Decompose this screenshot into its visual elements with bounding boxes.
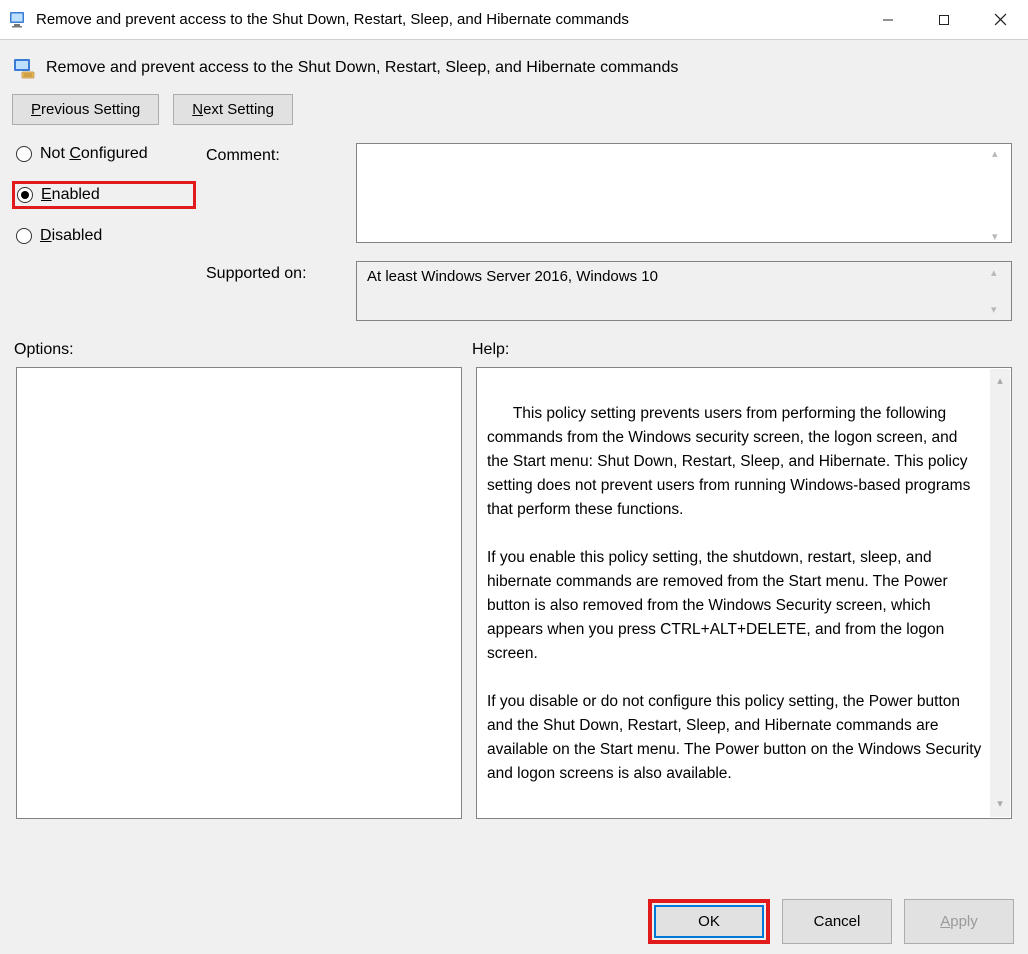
policy-title: Remove and prevent access to the Shut Do… [46, 59, 678, 77]
dialog-footer: OK Cancel Apply [648, 899, 1014, 944]
supported-on-value: At least Windows Server 2016, Windows 10… [356, 261, 1012, 321]
radio-enabled[interactable]: Enabled [17, 186, 187, 204]
supported-on-text: At least Windows Server 2016, Windows 10 [367, 268, 658, 285]
options-panel [16, 367, 462, 819]
radio-label: Disabled [40, 227, 102, 245]
caption-controls [860, 0, 1028, 39]
state-radio-group: Not Configured Enabled Disabled [16, 143, 196, 245]
ok-button[interactable]: OK [654, 905, 764, 938]
client-area: Remove and prevent access to the Shut Do… [0, 40, 1028, 954]
scrollbar[interactable]: ▴▾ [990, 369, 1010, 817]
radio-icon [16, 228, 32, 244]
scroll-hint-icon: ▴▾ [991, 266, 1009, 316]
minimize-button[interactable] [860, 0, 916, 39]
radio-icon [16, 146, 32, 162]
comment-label: Comment: [206, 143, 346, 165]
window-title: Remove and prevent access to the Shut Do… [36, 11, 860, 28]
close-button[interactable] [972, 0, 1028, 39]
header-row: Remove and prevent access to the Shut Do… [10, 50, 1018, 94]
radio-label: Enabled [41, 186, 100, 204]
radio-disabled[interactable]: Disabled [16, 227, 196, 245]
ok-highlight: OK [648, 899, 770, 944]
scroll-down-icon: ▾ [997, 796, 1003, 813]
previous-setting-button[interactable]: Previous Setting [12, 94, 159, 125]
enabled-highlight: Enabled [12, 181, 196, 209]
radio-not-configured[interactable]: Not Configured [16, 145, 196, 163]
supported-on-label: Supported on: [206, 261, 346, 283]
apply-button[interactable]: Apply [904, 899, 1014, 944]
maximize-button[interactable] [916, 0, 972, 39]
gpedit-icon [8, 10, 28, 30]
settings-grid: Not Configured Enabled Disabled Comment:… [10, 143, 1018, 321]
section-labels: Options: Help: [10, 321, 1018, 367]
help-text: This policy setting prevents users from … [487, 405, 986, 782]
titlebar: Remove and prevent access to the Shut Do… [0, 0, 1028, 40]
policy-icon [12, 56, 36, 80]
next-setting-button[interactable]: Next Setting [173, 94, 293, 125]
options-label: Options: [14, 341, 472, 359]
radio-icon [17, 187, 33, 203]
help-label: Help: [472, 341, 509, 359]
scroll-up-icon: ▴ [997, 373, 1003, 390]
comment-input[interactable] [356, 143, 1012, 243]
help-panel: This policy setting prevents users from … [476, 367, 1012, 819]
radio-label: Not Configured [40, 145, 148, 163]
cancel-button[interactable]: Cancel [782, 899, 892, 944]
nav-buttons: Previous Setting Next Setting [10, 94, 1018, 143]
panels: This policy setting prevents users from … [10, 367, 1018, 819]
